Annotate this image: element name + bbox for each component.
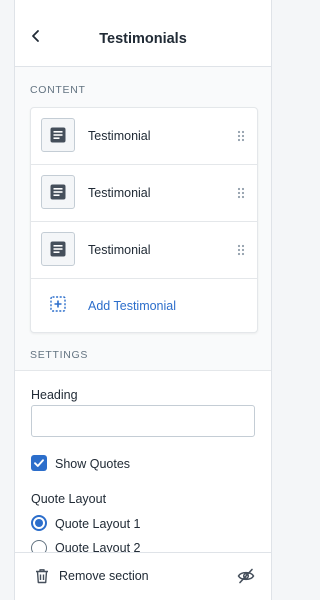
drag-handle-icon[interactable] bbox=[237, 187, 245, 199]
block-item-testimonial[interactable]: Testimonial bbox=[31, 222, 257, 279]
heading-field-label: Heading bbox=[31, 388, 78, 402]
section-editor-panel: Testimonials CONTENT Testimonial Testimo… bbox=[14, 0, 272, 600]
block-item-testimonial[interactable]: Testimonial bbox=[31, 165, 257, 222]
block-label: Testimonial bbox=[88, 243, 151, 257]
block-thumbnail bbox=[41, 118, 75, 152]
block-item-testimonial[interactable]: Testimonial bbox=[31, 108, 257, 165]
block-label: Testimonial bbox=[88, 129, 151, 143]
show-quotes-checkbox[interactable] bbox=[31, 455, 47, 471]
text-block-icon bbox=[50, 127, 66, 143]
trash-icon bbox=[36, 569, 48, 584]
remove-section-label: Remove section bbox=[59, 569, 149, 583]
checkmark-icon bbox=[34, 459, 44, 467]
remove-section-button[interactable]: Remove section bbox=[35, 568, 195, 586]
drag-handle-icon[interactable] bbox=[237, 244, 245, 256]
drag-handle-icon[interactable] bbox=[237, 130, 245, 142]
quote-layout-1-radio[interactable] bbox=[31, 515, 47, 531]
settings-section-label: SETTINGS bbox=[30, 349, 89, 361]
add-block-icon bbox=[50, 296, 66, 312]
add-testimonial-button[interactable]: Add Testimonial bbox=[31, 278, 257, 332]
block-label: Testimonial bbox=[88, 186, 151, 200]
page-title: Testimonials bbox=[99, 31, 187, 47]
content-section-label: CONTENT bbox=[30, 84, 86, 96]
add-testimonial-label: Add Testimonial bbox=[88, 299, 177, 313]
blocks-list: Testimonial Testimonial Testimonial Add … bbox=[30, 107, 258, 333]
panel-footer: Remove section bbox=[15, 552, 271, 600]
heading-input[interactable] bbox=[31, 405, 255, 437]
show-quotes-label[interactable]: Show Quotes bbox=[55, 457, 130, 471]
text-block-icon bbox=[50, 241, 66, 257]
quote-layout-1-label[interactable]: Quote Layout 1 bbox=[55, 517, 140, 531]
panel-header: Testimonials bbox=[15, 0, 271, 67]
hide-section-button[interactable] bbox=[237, 567, 255, 590]
block-thumbnail bbox=[41, 175, 75, 209]
text-block-icon bbox=[50, 184, 66, 200]
quote-layout-label: Quote Layout bbox=[31, 492, 107, 506]
eye-hidden-icon bbox=[237, 568, 255, 584]
block-thumbnail bbox=[41, 232, 75, 266]
